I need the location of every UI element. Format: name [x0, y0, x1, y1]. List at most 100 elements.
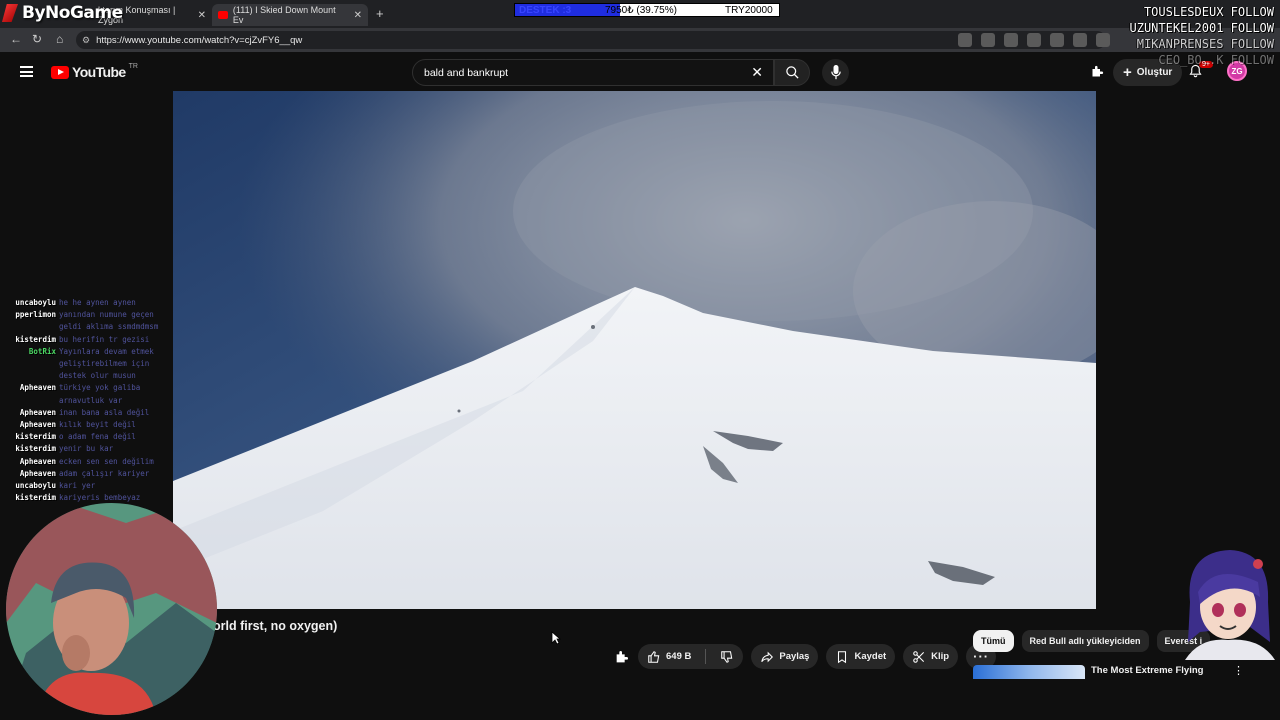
- chat-text: he he aynen aynen: [59, 298, 136, 307]
- mouse-cursor-icon: [551, 631, 561, 645]
- follow-alerts: TOUSLESDEUX FOLLOW UZUNTEKEL2001 FOLLOW …: [1130, 4, 1275, 68]
- chat-text: kari yer: [59, 481, 96, 491]
- share-button[interactable]: Paylaş: [751, 644, 819, 669]
- hamburger-menu-icon[interactable]: [20, 66, 33, 77]
- chat-message: uncaboylu kari yer: [0, 480, 220, 492]
- chat-text: Yayınlara devam etmek: [59, 346, 154, 356]
- extension-icon[interactable]: [1073, 33, 1087, 47]
- search-icon: [785, 66, 799, 79]
- extension-puzzle-icon[interactable]: [1090, 64, 1105, 79]
- chat-username: Apheaven: [19, 407, 56, 417]
- chat-text: kariyeris bembeyaz: [59, 493, 141, 503]
- chat-message: Apheaven adam çalışır kariyer: [0, 468, 220, 480]
- chat-username: [0, 370, 56, 382]
- stream-brand-logo: ByNoGame: [0, 2, 123, 24]
- follow-alert: MIKANPRENSES FOLLOW: [1136, 37, 1274, 51]
- chat-text: adam çalışır kariyer: [59, 468, 150, 478]
- like-button[interactable]: 649 B: [638, 644, 700, 669]
- microphone-icon: [830, 65, 841, 80]
- chat-username: [0, 358, 56, 370]
- chat-username: kisterdim: [15, 334, 56, 344]
- more-vertical-icon[interactable]: ⋮: [1233, 664, 1244, 677]
- scissors-icon: [913, 650, 925, 663]
- region-code: TR: [128, 62, 138, 70]
- close-icon[interactable]: ✕: [198, 10, 206, 21]
- webcam-feed-image: [6, 503, 217, 715]
- extension-icon[interactable]: [1027, 33, 1041, 47]
- extension-icon[interactable]: [1096, 33, 1110, 47]
- back-icon[interactable]: ←: [10, 32, 22, 46]
- clear-search-icon[interactable]: ✕: [751, 64, 763, 81]
- save-label: Kaydet: [854, 651, 887, 662]
- extension-puzzle-icon[interactable]: [614, 649, 630, 665]
- chat-message: Apheaven kılık beyit değil: [0, 419, 220, 431]
- reload-icon[interactable]: ↻: [32, 32, 42, 46]
- search-input[interactable]: bald and bankrupt ✕: [412, 59, 774, 86]
- divider: [705, 649, 707, 664]
- recommended-video-thumbnail[interactable]: [973, 665, 1085, 679]
- chat-username: kisterdim: [15, 493, 56, 503]
- bookmark-icon: [838, 650, 847, 663]
- tab-title: (111) I Skied Down Mount Ev: [232, 5, 336, 25]
- chat-username: uncaboylu: [15, 481, 56, 491]
- youtube-play-icon: [51, 65, 69, 79]
- chat-message: geliştirebilmem için: [0, 358, 220, 370]
- site-info-icon[interactable]: ⚙: [82, 35, 90, 46]
- chat-username: Apheaven: [19, 383, 56, 393]
- voice-search-button[interactable]: [822, 59, 849, 86]
- extension-icon[interactable]: [981, 33, 995, 47]
- home-icon[interactable]: ⌂: [56, 32, 63, 46]
- chat-username: kisterdim: [15, 432, 56, 442]
- chat-text: yanından numune geçen: [59, 310, 154, 320]
- chat-message: Apheaven türkiye yok galiba: [0, 382, 220, 394]
- thumbs-down-icon: [721, 650, 733, 663]
- chat-message: pperlimon yanından numune geçen: [0, 309, 220, 321]
- chip-uploader[interactable]: Red Bull adlı yükleyiciden: [1021, 630, 1149, 652]
- chip-all[interactable]: Tümü: [973, 630, 1014, 652]
- bookmark-star-icon[interactable]: [1004, 33, 1018, 47]
- chat-message: destek olur musun: [0, 370, 220, 382]
- browser-tab-active[interactable]: (111) I Skied Down Mount Ev ✕: [212, 4, 368, 26]
- video-player[interactable]: [173, 91, 1096, 609]
- follow-alert: TOUSLESDEUX FOLLOW: [1143, 5, 1274, 19]
- chat-username: Apheaven: [19, 468, 56, 478]
- share-icon: [761, 651, 774, 662]
- video-title: orld first, no oxygen): [213, 619, 338, 633]
- chat-username: pperlimon: [15, 310, 56, 320]
- dislike-button[interactable]: [711, 644, 743, 669]
- new-tab-icon[interactable]: +: [376, 6, 384, 21]
- chat-text: geldi aklıma ssmdmdmsm: [59, 322, 159, 332]
- save-button[interactable]: Kaydet: [826, 644, 896, 669]
- thumbs-up-icon: [648, 650, 660, 663]
- chat-text: destek olur musun: [59, 371, 136, 381]
- chat-username: kisterdim: [15, 444, 56, 454]
- chat-username: [0, 321, 56, 333]
- chat-text: bu herifin tr gezisi: [59, 334, 150, 344]
- brand-name: ByNoGame: [22, 3, 123, 23]
- chat-message: uncaboylu he he aynen aynen: [0, 297, 220, 309]
- url-text: https://www.youtube.com/watch?v=cjZvFY6_…: [96, 34, 303, 46]
- extension-icon[interactable]: [1050, 33, 1064, 47]
- youtube-logo-text: YouTube: [72, 64, 126, 80]
- youtube-logo[interactable]: YouTube TR: [51, 62, 138, 80]
- clip-button[interactable]: Klip: [903, 644, 959, 669]
- chat-text: türkiye yok galiba: [59, 383, 141, 393]
- brand-mark-icon: [2, 4, 18, 22]
- chat-message: kisterdim yenir bu kar: [0, 443, 220, 455]
- chat-text: yenir bu kar: [59, 444, 114, 454]
- search-query: bald and bankrupt: [424, 66, 509, 79]
- search-button[interactable]: [774, 59, 810, 86]
- recommended-video-title[interactable]: The Most Extreme Flying: [1091, 665, 1203, 676]
- extension-icon[interactable]: [958, 33, 972, 47]
- stream-chat-overlay: uncaboylu he he aynen aynen pperlimon yanın…: [0, 297, 220, 504]
- chat-username: uncaboylu: [15, 298, 56, 307]
- create-label: Oluştur: [1136, 67, 1173, 78]
- close-icon[interactable]: ✕: [354, 10, 362, 21]
- chat-message: kisterdim o adam fena değil: [0, 431, 220, 443]
- chat-username: BotRix: [28, 346, 56, 356]
- donation-label: DESTEK :3: [519, 5, 572, 16]
- url-field[interactable]: ⚙ https://www.youtube.com/watch?v=cjZvFY…: [76, 31, 1106, 49]
- follow-alert: CEO_BO..K FOLLOW: [1158, 53, 1274, 67]
- youtube-header: YouTube TR bald and bankrupt ✕ + Oluştur…: [0, 52, 1280, 91]
- chat-text: arnavutluk var: [59, 395, 123, 405]
